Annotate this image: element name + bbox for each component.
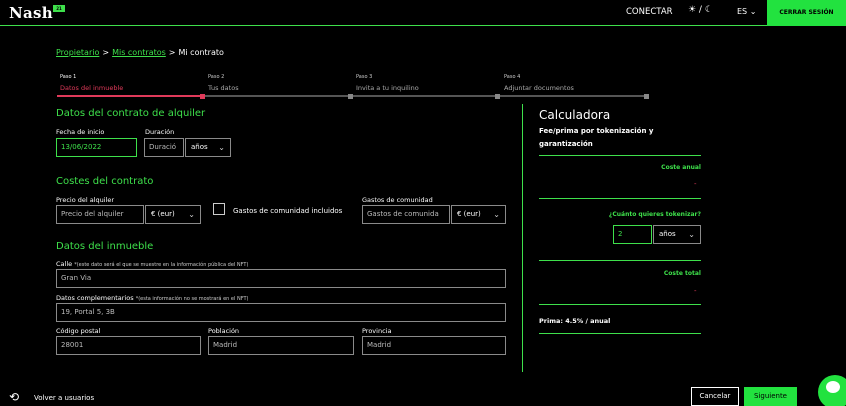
postal-code-input[interactable]: 28001	[56, 336, 201, 355]
chevron-down-icon: ⌄	[218, 143, 225, 152]
language-label: ES	[737, 7, 748, 16]
theme-toggle-icon[interactable]: ☀ / ☾	[688, 5, 713, 15]
chevron-down-icon: ⌄	[493, 210, 500, 219]
community-currency-select[interactable]: € (eur) ⌄	[451, 205, 506, 224]
connect-button[interactable]: CONECTAR	[626, 7, 673, 17]
rent-price-label: Precio del alquiler	[56, 196, 115, 204]
total-cost-value: -	[694, 287, 697, 295]
community-costs-label: Gastos de comunidad	[362, 196, 433, 204]
step-3-marker	[495, 94, 500, 99]
step-4-marker	[644, 94, 649, 99]
community-currency-value: € (eur)	[457, 210, 481, 218]
calculator-divider	[522, 104, 523, 372]
calculator-divider-5	[539, 333, 701, 334]
breadcrumb: Propietario > Mis contratos > Mi contrato	[56, 48, 224, 57]
annual-cost-label: Coste anual	[661, 164, 701, 171]
start-date-label: Fecha de inicio	[56, 128, 105, 136]
province-input[interactable]: Madrid	[362, 336, 506, 355]
chevron-down-icon: ⌄	[749, 7, 757, 16]
start-date-input[interactable]: 13/06/2022	[56, 138, 137, 157]
city-input[interactable]: Madrid	[208, 336, 354, 355]
logout-button[interactable]: CERRAR SESIÓN	[767, 0, 846, 26]
street-label: Calle *(este dato será el que se muestre…	[56, 260, 248, 268]
chevron-down-icon: ⌄	[688, 230, 695, 239]
calculator-subtitle: Fee/prima por tokenización y garantizaci…	[539, 127, 654, 148]
tokenize-label: ¿Cuánto quieres tokenizar?	[608, 211, 701, 218]
breadcrumb-separator: >	[102, 48, 110, 57]
province-label: Provincia	[362, 327, 392, 335]
premium-rate: Prima: 4.5% / anual	[539, 317, 611, 325]
step-1-marker	[200, 94, 205, 99]
duration-unit-select[interactable]: años ⌄	[185, 138, 231, 157]
breadcrumb-separator: >	[168, 48, 176, 57]
tokenize-unit-select[interactable]: años ⌄	[653, 225, 701, 244]
step-1-number: Paso 1	[60, 74, 77, 80]
step-2-marker	[348, 94, 353, 99]
calculator-title: Calculadora	[539, 108, 611, 122]
tokenize-years-input[interactable]: 2	[613, 225, 652, 244]
community-costs-input[interactable]: Gastos de comunida	[362, 205, 450, 224]
total-cost-label: Coste total	[663, 270, 701, 277]
language-select[interactable]: ES ⌄	[737, 7, 756, 16]
calculator-divider-3	[539, 260, 701, 261]
step-3-label[interactable]: Invita a tu inquilino	[356, 84, 419, 92]
logo-badge: 21	[53, 5, 65, 12]
step-2-number: Paso 2	[208, 74, 225, 80]
rent-currency-value: € (eur)	[151, 210, 175, 218]
calculator-divider-2	[539, 198, 701, 199]
duration-input[interactable]: Duració	[144, 138, 184, 157]
step-3-number: Paso 3	[356, 74, 373, 80]
postal-code-label: Código postal	[56, 327, 101, 335]
rental-section-title: Datos del contrato de alquiler	[56, 108, 206, 119]
duration-unit-value: años	[191, 143, 208, 151]
extra-data-label: Datos complementarios *(esta información…	[56, 294, 249, 302]
back-to-users-link[interactable]: Volver a usuarios	[34, 394, 94, 402]
street-label-text: Calle	[56, 260, 73, 268]
cancel-button[interactable]: Cancelar	[691, 387, 739, 406]
step-4-label[interactable]: Adjuntar documentos	[504, 84, 574, 92]
step-4-number: Paso 4	[504, 74, 521, 80]
chat-bubble-icon	[826, 381, 840, 393]
breadcrumb-owner[interactable]: Propietario	[56, 48, 99, 57]
rent-currency-select[interactable]: € (eur) ⌄	[145, 205, 201, 224]
breadcrumb-current: Mi contrato	[178, 48, 224, 57]
costs-section-title: Costes del contrato	[56, 176, 154, 187]
step-2-label[interactable]: Tus datos	[208, 84, 239, 92]
stepper-progress	[57, 95, 203, 97]
logo[interactable]: Nash	[9, 4, 53, 22]
community-included-label: Gastos de comunidad incluidos	[233, 207, 343, 215]
annual-cost-value: -	[694, 180, 697, 188]
chevron-down-icon: ⌄	[188, 210, 195, 219]
step-1-label[interactable]: Datos del inmueble	[60, 84, 123, 92]
next-button[interactable]: Siguiente	[744, 387, 797, 406]
extra-data-input[interactable]: 19, Portal 5, 3B	[56, 303, 506, 322]
extra-data-note: *(esta información no se mostrará en el …	[135, 296, 249, 302]
calculator-divider-4	[539, 304, 701, 305]
street-input[interactable]: Gran Via	[56, 269, 506, 288]
street-note: *(este dato será el que se muestre en la…	[74, 262, 249, 268]
breadcrumb-contracts[interactable]: Mis contratos	[112, 48, 166, 57]
extra-data-label-text: Datos complementarios	[56, 294, 134, 302]
back-arrow-icon[interactable]: ⟲	[9, 390, 19, 404]
tokenize-unit-value: años	[659, 230, 676, 238]
calculator-divider-1	[539, 155, 701, 156]
top-bar	[0, 0, 846, 26]
community-included-checkbox[interactable]	[213, 203, 225, 215]
city-label: Población	[208, 327, 240, 335]
duration-label: Duración	[145, 128, 175, 136]
property-section-title: Datos del inmueble	[56, 241, 154, 252]
rent-price-input[interactable]: Precio del alquiler	[56, 205, 144, 224]
